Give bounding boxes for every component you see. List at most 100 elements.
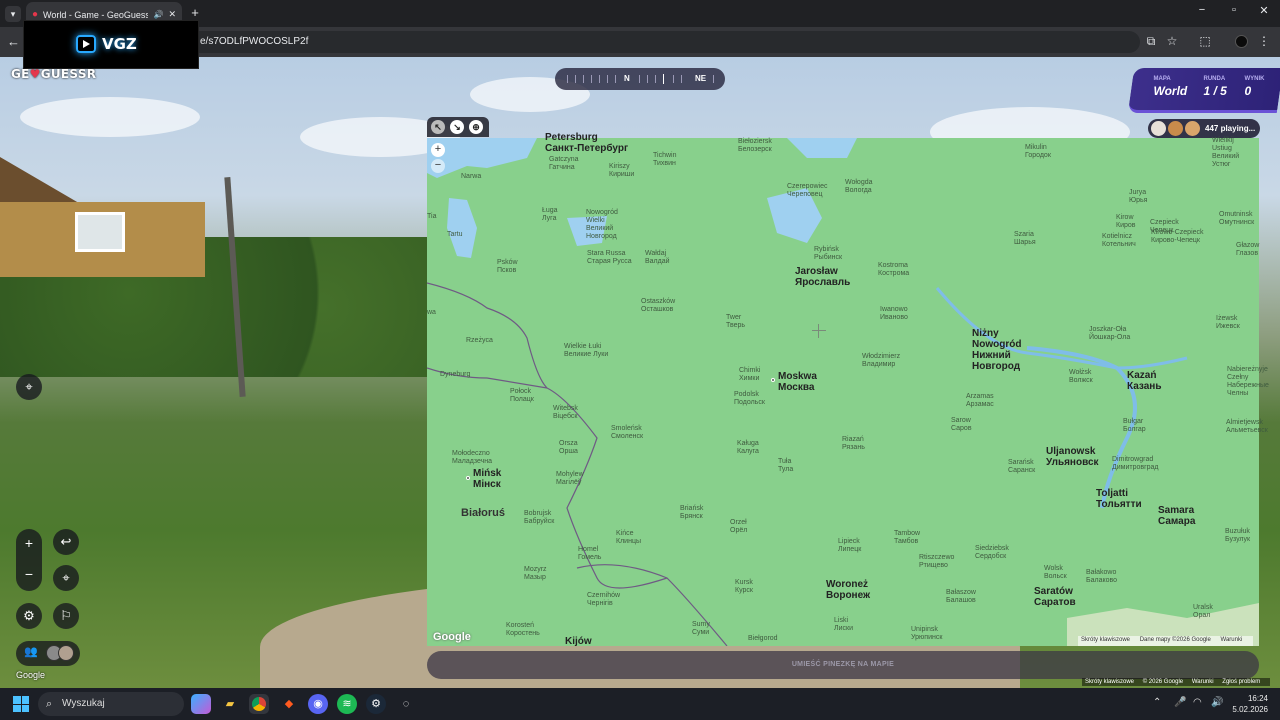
search-icon: ⌕ <box>46 698 53 710</box>
maximize-button[interactable]: ▫ <box>1222 4 1246 16</box>
steam-icon[interactable]: ⚙ <box>366 694 386 714</box>
map-place-label: Jurya Юрья <box>1129 189 1148 204</box>
undo-move-button[interactable]: ↩ <box>53 529 79 555</box>
back-arrow-icon[interactable]: ← <box>7 34 20 49</box>
extensions-icon[interactable]: ⬚ <box>1197 34 1213 48</box>
map-place-label: Bobrujsk Бабруйск <box>524 510 555 525</box>
geoguessr-logo[interactable]: GE♥GUESSR <box>11 67 96 81</box>
minimize-button[interactable]: − <box>1190 4 1214 16</box>
map-place-label: Białoruś <box>461 507 506 519</box>
copilot-icon[interactable] <box>191 694 211 714</box>
score-value: 0 <box>1244 84 1252 98</box>
return-to-start-pin-icon[interactable]: ⌖ <box>16 374 42 400</box>
pin-icon: ♥ <box>29 67 41 81</box>
shrink-map-icon[interactable]: ↖ <box>431 120 445 134</box>
cloud <box>20 97 200 137</box>
map-place-label: Woroneż Воронеж <box>826 579 871 601</box>
profile-avatar[interactable] <box>1235 35 1248 48</box>
map-place-label: Gatczyna Гатчина <box>549 156 579 171</box>
tray-chevron-icon[interactable]: ⌃ <box>1153 697 1161 708</box>
play-icon <box>76 35 96 53</box>
map-place-label: Kirowo-Czepieck Кирово-Чепецк <box>1151 229 1204 244</box>
speaker-icon[interactable]: 🔊 <box>153 10 163 19</box>
zoom-out-button[interactable]: − <box>16 560 42 591</box>
map-place-label: Rzeżyca <box>466 337 493 344</box>
minsk-dot <box>466 476 470 480</box>
game-status-panel: MAPA World RUNDA 1 / 5 WYNIK 0 <box>1127 68 1280 113</box>
map-data-credit: Dane mapy ©2026 Google <box>1139 637 1211 643</box>
map-zoom-out-button[interactable]: − <box>431 159 445 173</box>
spotify-icon[interactable]: ≋ <box>337 694 357 714</box>
pin-map-icon[interactable]: ⊕ <box>469 120 483 134</box>
map-place-label: Liski Лиски <box>834 617 853 632</box>
logo-text-right: GUESSR <box>40 67 97 81</box>
map-place-label: Kursk Курск <box>735 579 753 594</box>
cast-icon[interactable]: ⧉ <box>1143 34 1159 49</box>
player-avatar <box>1151 121 1166 136</box>
taskbar-clock[interactable]: 16:24 5.02.2026 <box>1232 693 1268 715</box>
discord-icon[interactable]: ◉ <box>308 694 328 714</box>
map-place-label: Uljanowsk Ульяновск <box>1046 446 1099 468</box>
bookmark-star-icon[interactable]: ☆ <box>1164 34 1180 48</box>
map-terms-link[interactable]: Warunki <box>1221 637 1243 643</box>
sv-data-credit: © 2026 Google <box>1142 679 1184 685</box>
map-place-label: Nowogród Wielki Великий Новгород <box>586 209 618 240</box>
players-online-badge[interactable]: 447 playing... <box>1148 119 1260 138</box>
map-zoom-in-button[interactable]: + <box>431 143 445 157</box>
map-place-label: Wołogda Вологда <box>845 179 873 194</box>
map-place-label: Witebsk Віцебск <box>553 405 578 420</box>
map-value: World <box>1153 84 1188 98</box>
volume-icon[interactable]: 🔊 <box>1211 697 1223 708</box>
brave-icon[interactable]: ◆ <box>279 694 299 714</box>
map-shortcuts-link[interactable]: Skróty klawiszowe <box>1081 637 1130 643</box>
round-value: 1 / 5 <box>1203 84 1227 98</box>
friends-button[interactable]: 👥 <box>16 641 80 666</box>
wifi-icon[interactable]: ◠ <box>1193 697 1202 708</box>
sv-report-link[interactable]: Zgłoś problem <box>1222 679 1260 685</box>
map-place-label: Mohylew Магілёў <box>556 471 584 486</box>
friends-icon: 👥 <box>24 646 38 658</box>
flag-icon[interactable]: ⚐ <box>53 603 79 629</box>
clock-date: 5.02.2026 <box>1232 705 1268 714</box>
map-place-label: Czerepowiec Череповец <box>787 183 828 198</box>
windows-taskbar: ⌕ Wyszukaj ▰ ◆ ◉ ≋ ⚙ ◌ ⌃ 🎤 ◠ 🔊 16:24 5.0… <box>0 688 1280 720</box>
map-place-label: Unipinsk Урюпинск <box>911 626 943 641</box>
map-place-label: Omutninsk Омутнинск <box>1219 211 1255 226</box>
map-place-label: Włodzimierz Владимир <box>862 353 901 368</box>
new-tab-button[interactable]: + <box>187 5 203 20</box>
microphone-icon[interactable]: 🎤 <box>1174 697 1186 708</box>
map-place-label: Kirow Киров <box>1116 214 1136 229</box>
map-place-label: Twer Тверь <box>726 314 746 329</box>
settings-gear-icon[interactable]: ⚙ <box>16 603 42 629</box>
tab-search-dropdown-icon[interactable]: ▾ <box>5 6 21 22</box>
place-pin-button[interactable]: UMIEŚĆ PINEZKĘ NA MAPIE <box>427 651 1259 679</box>
menu-dots-icon[interactable]: ⋮ <box>1256 34 1272 48</box>
map-place-label: Wolsk Вольск <box>1044 565 1067 580</box>
sv-shortcuts-link[interactable]: Skróty klawiszowe <box>1085 679 1134 685</box>
map-place-label: Biełgorod <box>748 635 778 642</box>
zoom-in-button[interactable]: + <box>16 529 42 560</box>
taskbar-search[interactable]: ⌕ Wyszukaj <box>38 692 184 716</box>
compass-north: N <box>624 74 630 83</box>
chrome-icon[interactable] <box>249 694 269 714</box>
map-place-label: Kostroma Кострома <box>878 262 910 277</box>
close-window-button[interactable]: ✕ <box>1252 4 1276 17</box>
map-place-label: Mińsk Мінск <box>473 468 502 490</box>
map-place-label: Ostaszków Осташков <box>641 298 676 313</box>
streetview-google-watermark: Google <box>16 670 46 680</box>
expand-map-icon[interactable]: ↘ <box>450 120 464 134</box>
map-place-label: Sumy Суми <box>692 621 710 636</box>
map-place-label: Saratów Саратов <box>1034 586 1076 608</box>
map-place-label: Narwa <box>461 173 482 180</box>
tab-close-icon[interactable]: ✕ <box>168 9 176 20</box>
checkpoint-pin-button[interactable]: ⌖ <box>53 565 79 591</box>
windows-start-icon[interactable] <box>13 696 29 712</box>
map-place-label: Bałaszow Балашов <box>946 589 976 604</box>
map-place-label: Toljatti Тольятти <box>1096 488 1142 510</box>
score-label: WYNIK <box>1244 76 1265 82</box>
app-icon[interactable]: ◌ <box>396 694 416 714</box>
map-place-label: Nabiereżnyje Czełny Набережные Челны <box>1227 366 1269 397</box>
file-explorer-icon[interactable]: ▰ <box>220 694 240 714</box>
sv-terms-link[interactable]: Warunki <box>1192 679 1214 685</box>
map-place-label: Ługa Луга <box>542 207 558 222</box>
